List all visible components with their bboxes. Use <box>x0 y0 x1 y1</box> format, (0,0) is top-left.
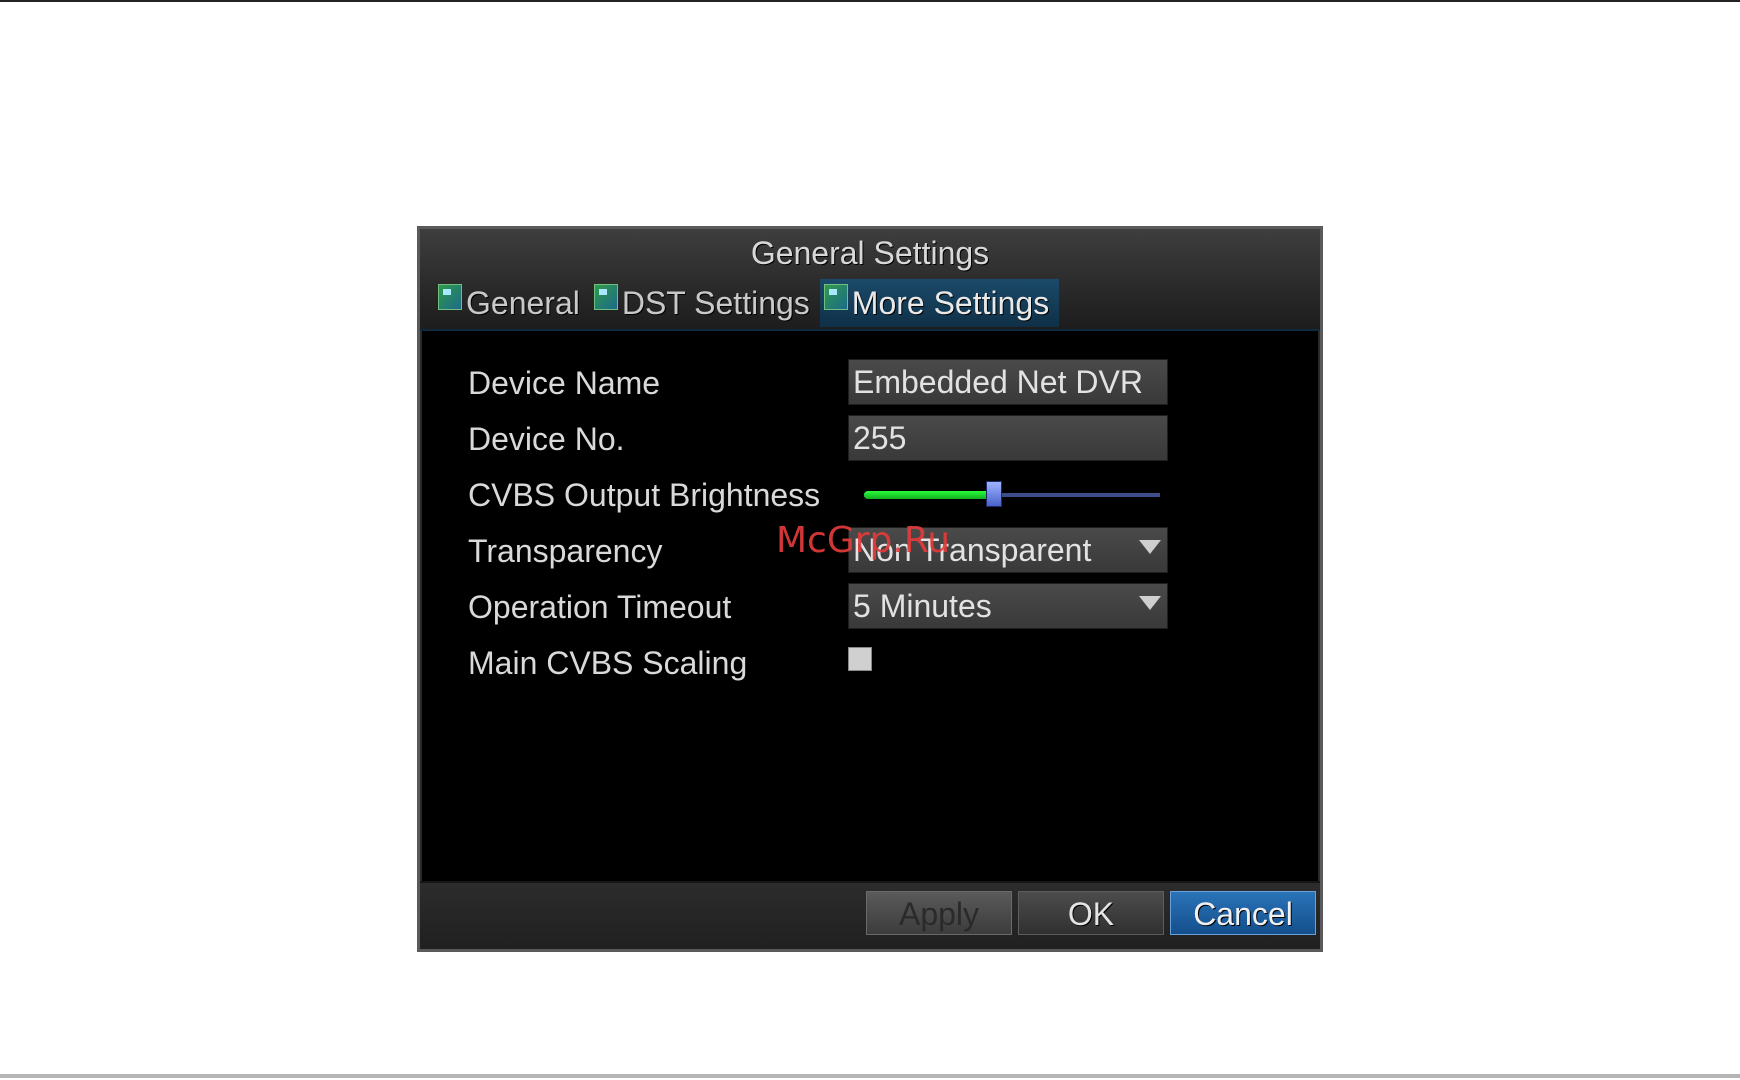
operation-timeout-select[interactable]: 5 Minutes <box>848 583 1168 629</box>
transparency-row: Transparency Non Transparent <box>468 527 1228 575</box>
tab-more-settings-label: More Settings <box>851 284 1050 321</box>
tab-more-settings[interactable]: More Settings <box>819 279 1060 327</box>
slider-thumb[interactable] <box>986 481 1003 507</box>
tab-dst-settings[interactable]: DST Settings <box>590 279 820 327</box>
cvbs-brightness-slider[interactable] <box>864 481 1160 507</box>
transparency-label: Transparency <box>468 533 663 569</box>
device-name-label: Device Name <box>468 365 661 401</box>
transparency-select[interactable]: Non Transparent <box>848 527 1168 573</box>
device-no-input[interactable]: 255 <box>848 415 1168 461</box>
general-tab-icon <box>438 284 462 310</box>
dst-settings-tab-icon <box>593 284 618 310</box>
cancel-button[interactable]: Cancel <box>1170 891 1316 935</box>
operation-timeout-label: Operation Timeout <box>468 589 732 625</box>
transparency-value: Non Transparent <box>853 532 1092 568</box>
main-cvbs-scaling-row: Main CVBS Scaling <box>468 639 1228 687</box>
slider-fill <box>864 491 995 499</box>
main-cvbs-scaling-checkbox[interactable] <box>848 647 872 671</box>
operation-timeout-row: Operation Timeout 5 Minutes <box>468 583 1228 631</box>
general-settings-dialog: General Settings General DST Settings Mo… <box>417 226 1323 952</box>
tab-dst-settings-label: DST Settings <box>621 284 810 321</box>
tab-general-label: General <box>466 284 580 321</box>
device-no-label: Device No. <box>468 421 625 457</box>
chevron-down-icon[interactable] <box>1139 596 1161 610</box>
device-name-input[interactable]: Embedded Net DVR <box>848 359 1168 405</box>
apply-button[interactable]: Apply <box>866 891 1012 935</box>
device-no-row: Device No. 255 <box>468 415 1228 463</box>
chevron-down-icon[interactable] <box>1139 540 1161 554</box>
tab-general[interactable]: General <box>434 279 590 327</box>
dialog-footer: Apply OK Cancel <box>420 881 1320 949</box>
device-name-row: Device Name Embedded Net DVR <box>468 359 1228 407</box>
ok-button[interactable]: OK <box>1018 891 1164 935</box>
dialog-title: General Settings <box>750 235 990 271</box>
cvbs-brightness-label: CVBS Output Brightness <box>468 477 821 513</box>
cvbs-brightness-row: CVBS Output Brightness <box>468 471 1228 519</box>
more-settings-tab-icon <box>823 284 848 310</box>
operation-timeout-value: 5 Minutes <box>853 588 992 624</box>
tab-bar: General DST Settings More Settings <box>434 279 1060 327</box>
main-cvbs-scaling-label: Main CVBS Scaling <box>468 645 748 681</box>
dialog-title-bar: General Settings General DST Settings Mo… <box>420 229 1320 331</box>
top-rule <box>0 0 1740 2</box>
bottom-rule <box>0 1074 1740 1078</box>
